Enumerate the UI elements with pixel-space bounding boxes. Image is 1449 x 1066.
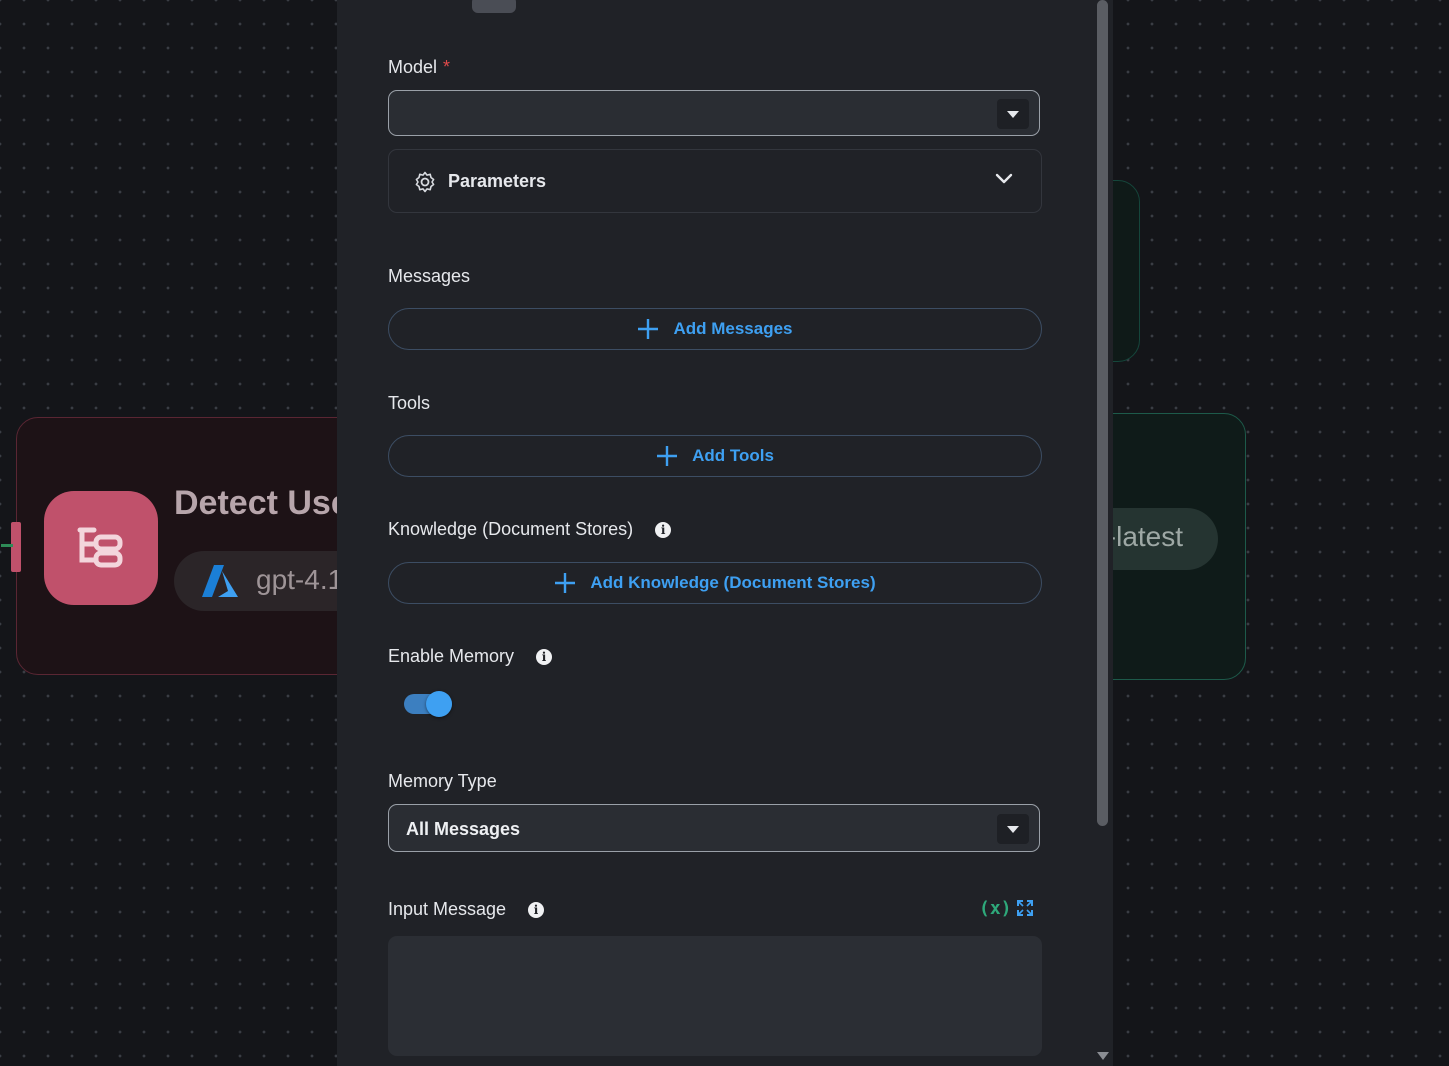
connection-edge [1,544,13,547]
agent-tree-icon [44,491,158,605]
plus-icon [638,319,659,339]
memory-type-label: Memory Type [388,771,497,792]
parameters-accordion[interactable]: Parameters [388,149,1042,213]
messages-label-text: Messages [388,266,471,286]
expand-icon[interactable] [1016,899,1034,917]
memory-type-label-text: Memory Type [388,771,497,791]
model-label-text: Model [388,57,438,77]
plus-icon [555,573,576,593]
node-model-name: gpt-4.1 [256,564,344,595]
azure-icon [202,565,238,597]
tools-label-text: Tools [388,393,431,413]
scrollbar-thumb[interactable] [1097,0,1108,826]
variable-icon[interactable]: (x) [979,898,1012,919]
chevron-down-icon[interactable] [995,173,1013,185]
plus-icon [657,446,678,466]
input-message-field[interactable] [388,936,1042,1056]
knowledge-label: Knowledge (Document Stores) i [388,519,672,540]
panel-top-chip[interactable] [472,0,516,13]
model-label: Model * [388,57,450,78]
info-icon[interactable]: i [655,521,672,538]
input-message-label: Input Message i [388,899,545,920]
enable-memory-toggle[interactable] [404,691,454,717]
required-mark: * [443,57,451,77]
add-messages-label: Add Messages [673,319,793,338]
toggle-knob [426,691,452,717]
parameters-label: Parameters [448,171,547,191]
gear-icon [415,171,435,193]
scroll-down-arrow[interactable] [1097,1052,1109,1060]
add-messages-button[interactable]: Add Messages [388,308,1042,350]
info-icon[interactable]: i [528,901,545,918]
model-select[interactable] [388,90,1040,136]
enable-memory-label-text: Enable Memory [388,646,515,666]
add-knowledge-label: Add Knowledge (Document Stores) [590,573,876,592]
add-tools-label: Add Tools [692,446,774,465]
node-title: Detect Use [174,484,350,522]
dropdown-arrow-icon[interactable] [997,99,1029,129]
node-connector-handle[interactable] [11,522,21,572]
memory-type-value: All Messages [406,819,521,839]
dropdown-arrow-icon[interactable] [997,814,1029,844]
memory-type-select[interactable]: All Messages [388,804,1040,852]
add-tools-button[interactable]: Add Tools [388,435,1042,477]
tools-label: Tools [388,393,430,414]
info-icon[interactable]: i [536,648,553,665]
messages-label: Messages [388,266,470,287]
node-config-panel: Model * Parameters Messages Add Messages… [337,0,1113,1066]
input-message-label-text: Input Message [388,899,507,919]
enable-memory-label: Enable Memory i [388,646,553,667]
knowledge-label-text: Knowledge (Document Stores) [388,519,634,539]
add-knowledge-button[interactable]: Add Knowledge (Document Stores) [388,562,1042,604]
panel-top-label [388,0,434,4]
